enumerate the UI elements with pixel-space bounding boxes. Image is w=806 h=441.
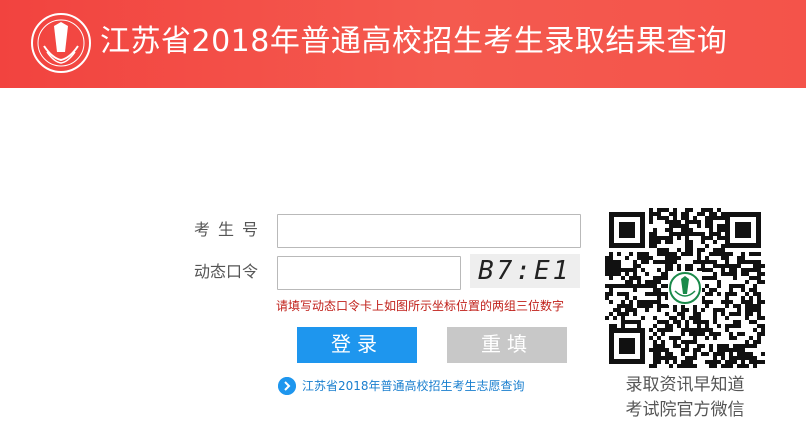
dynamic-password-input[interactable] [277,256,461,290]
reset-button[interactable]: 重填 [447,327,567,363]
qr-caption-line1: 录取资讯早知道 [625,375,745,395]
dynamic-password-hint: 请填写动态口令卡上如图所示坐标位置的两组三位数字 [276,299,565,313]
application-query-link-text: 江苏省2018年普通高校招生考生志愿查询 [302,379,525,393]
qr-caption: 录取资讯早知道 考试院官方微信 [600,373,770,423]
login-button[interactable]: 登录 [297,327,417,363]
exam-number-input[interactable] [277,214,581,248]
captcha-text: B7:E1 [478,256,572,286]
dynamic-password-label: 动态口令 [194,262,259,281]
chevron-right-circle-icon [278,377,296,395]
qr-caption-line2: 考试院官方微信 [625,400,745,420]
exam-authority-logo [31,13,91,73]
captcha-image: B7:E1 [470,254,580,288]
page-title: 江苏省2018年普通高校招生考生录取结果查询 [100,24,728,59]
exam-number-label: 考生号 [194,220,267,239]
page-header: 江苏省2018年普通高校招生考生录取结果查询 [0,0,806,88]
wechat-qr-code [605,208,765,368]
